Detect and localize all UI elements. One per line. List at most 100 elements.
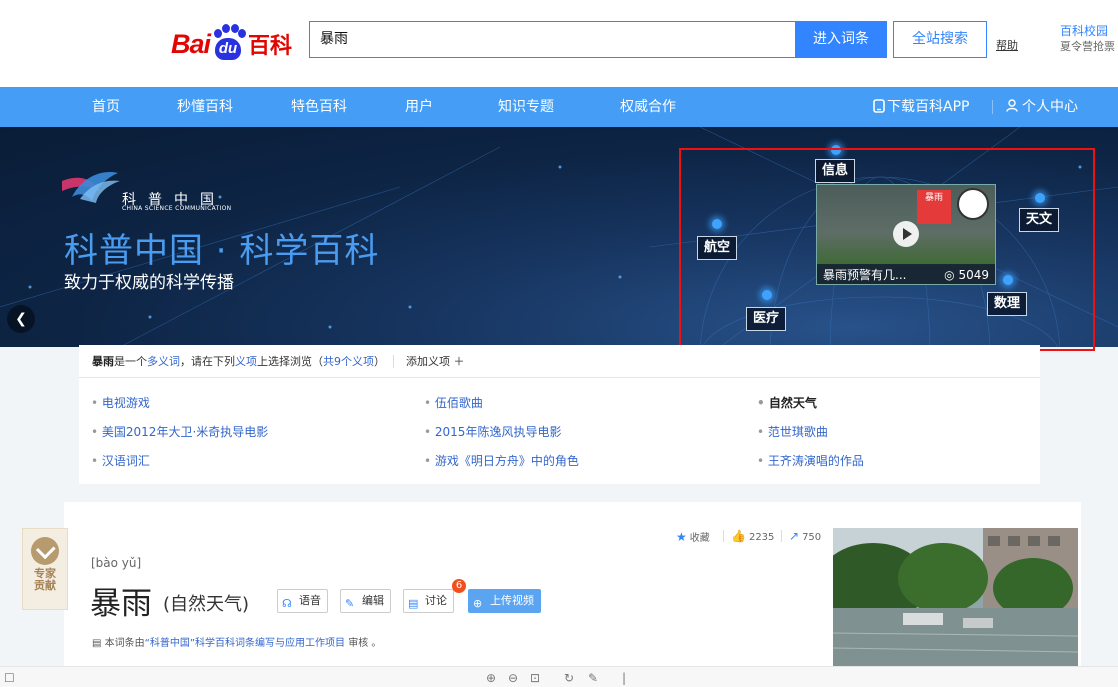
- sense-item[interactable]: 美国2012年大卫·米奇执导电影: [91, 423, 268, 440]
- global-search-button[interactable]: 全站搜索: [893, 21, 987, 58]
- featured-video-card[interactable]: 暴雨 暴雨预警有几... ◎ 5049: [816, 184, 996, 285]
- tag-information[interactable]: 信息: [815, 159, 856, 183]
- kepu-china-logo: [62, 172, 120, 203]
- tag-math-physics[interactable]: 数理: [987, 292, 1028, 316]
- personal-center-link[interactable]: 个人中心: [1006, 87, 1078, 127]
- kepu-logo-en: CHINA SCIENCE COMMUNICATION: [122, 205, 232, 212]
- help-link[interactable]: 帮助: [996, 37, 1018, 53]
- polysemy-text-c: 上选择浏览（: [257, 355, 323, 368]
- polysemy-text-a: 是一个: [114, 355, 147, 368]
- nav-item-topics[interactable]: 知识专题: [498, 87, 554, 127]
- draw-icon[interactable]: ✎: [588, 671, 598, 685]
- video-title: 暴雨预警有几...: [823, 268, 907, 282]
- sense-item-current: 自然天气: [757, 394, 817, 411]
- enter-entry-button[interactable]: 进入词条: [795, 21, 887, 58]
- tag-astronomy[interactable]: 天文: [1019, 208, 1060, 232]
- baidu-baike-logo[interactable]: Bai du 百科: [171, 16, 292, 60]
- polysemy-header: 暴雨是一个多义词，请在下列义项上选择浏览（共9个义项） 添加义项 ＋: [79, 345, 1040, 378]
- checkbox-icon[interactable]: ☐: [4, 671, 15, 685]
- campus-promo-link[interactable]: 百科校园 夏令营抢票: [1060, 23, 1115, 55]
- star-icon: ★: [676, 530, 687, 544]
- user-icon: [1006, 99, 1018, 112]
- entry-title: 暴雨: [90, 586, 152, 622]
- sense-item[interactable]: 汉语词汇: [91, 452, 150, 469]
- add-sense-button[interactable]: 添加义项 ＋: [393, 355, 465, 368]
- discuss-label: 讨论: [425, 594, 447, 607]
- polysemy-text-b: ，请在下列: [180, 355, 235, 368]
- nav-item-users[interactable]: 用户: [405, 87, 433, 127]
- like-count: 2235: [748, 532, 775, 543]
- share-count: 750: [802, 532, 822, 543]
- video-caption: 暴雨预警有几... ◎ 5049: [817, 264, 995, 284]
- sense-count-link[interactable]: 共9个义项: [323, 355, 374, 368]
- thumbs-up-icon: 👍: [731, 529, 746, 543]
- voice-label: 语音: [299, 594, 321, 607]
- action-divider: [781, 530, 782, 542]
- header: Bai du 百科 暴雨 进入词条 全站搜索 帮助 百科校园 夏令营抢票: [0, 0, 1118, 87]
- rotate-icon[interactable]: ↻: [564, 671, 574, 685]
- search-input[interactable]: 暴雨: [309, 21, 795, 58]
- share-button[interactable]: ↗ 750: [789, 529, 821, 543]
- review-suffix: 审核 。: [345, 638, 382, 649]
- share-icon: ↗: [789, 529, 800, 543]
- chat-icon: ▤: [408, 597, 419, 610]
- zoom-in-icon[interactable]: ⊕: [486, 671, 496, 685]
- sense-item[interactable]: 2015年陈逸风执导电影: [424, 423, 562, 440]
- bottom-toolbar: ☐ ⊕ ⊖ ⊡ ↻ ✎ |: [0, 666, 1118, 687]
- nav-item-home[interactable]: 首页: [92, 87, 120, 127]
- sense-item[interactable]: 范世琪歌曲: [757, 423, 828, 440]
- promo-title: 百科校园: [1060, 24, 1109, 38]
- document-icon: ▤: [92, 638, 105, 649]
- phone-icon: [873, 99, 885, 113]
- download-app-link[interactable]: 下载百科APP: [873, 87, 969, 127]
- sense-item[interactable]: 王齐涛演唱的作品: [757, 452, 864, 469]
- eye-icon: ◎: [944, 268, 955, 282]
- fit-page-icon[interactable]: ⊡: [530, 671, 540, 685]
- like-button[interactable]: 👍 2235: [731, 529, 774, 543]
- plus-circle-icon: ⊕: [473, 597, 483, 610]
- upload-video-label: 上传视频: [490, 594, 534, 607]
- nav-item-authority[interactable]: 权威合作: [620, 87, 676, 127]
- entry-photo[interactable]: [833, 528, 1078, 666]
- headphones-icon: ☊: [282, 597, 292, 610]
- sense-link[interactable]: 义项: [235, 355, 257, 368]
- voice-button[interactable]: ☊ 语音: [277, 589, 328, 613]
- paw-icon: du: [211, 24, 247, 60]
- download-app-label: 下载百科APP: [887, 99, 970, 115]
- banner-prev-arrow[interactable]: ❮: [7, 305, 35, 333]
- review-prefix: 本词条由: [104, 638, 145, 649]
- node-dot: [1035, 193, 1045, 203]
- banner-title: 科普中国 · 科学百科: [64, 231, 380, 271]
- node-dot: [831, 145, 841, 155]
- polysemy-link[interactable]: 多义词: [147, 355, 180, 368]
- main-nav: 首页 秒懂百科 特色百科 用户 知识专题 权威合作 下载百科APP 个人中心: [0, 87, 1118, 127]
- edit-button[interactable]: ✎ 编辑: [340, 589, 391, 613]
- pinyin: [bào yǔ]: [91, 556, 142, 570]
- discuss-button[interactable]: ▤ 讨论: [403, 589, 454, 613]
- clock-icon: [957, 188, 989, 220]
- zoom-out-icon[interactable]: ⊖: [508, 671, 518, 685]
- upload-video-button[interactable]: ⊕ 上传视频: [468, 589, 541, 613]
- nav-item-miaodong[interactable]: 秒懂百科: [177, 87, 233, 127]
- sense-item[interactable]: 伍佰歌曲: [424, 394, 483, 411]
- tag-aviation[interactable]: 航空: [697, 236, 738, 260]
- logo-bai-text: Bai: [171, 29, 211, 59]
- expert-contribution-button[interactable]: 专家 贡献: [22, 528, 68, 610]
- nav-item-featured[interactable]: 特色百科: [291, 87, 347, 127]
- sense-item[interactable]: 游戏《明日方舟》中的角色: [424, 452, 579, 469]
- personal-center-label: 个人中心: [1022, 99, 1078, 115]
- play-icon[interactable]: [893, 221, 919, 247]
- tag-medical[interactable]: 医疗: [746, 307, 787, 331]
- cursor-icon[interactable]: |: [622, 671, 626, 685]
- node-dot: [1003, 275, 1013, 285]
- review-note: ▤ 本词条由“科普中国”科学百科词条编写与应用工作项目 审核 。: [92, 634, 381, 649]
- edit-label: 编辑: [362, 594, 384, 607]
- rainstorm-warning-badge: 暴雨: [917, 190, 951, 224]
- nav-divider: [992, 100, 993, 114]
- collect-button[interactable]: ★ 收藏: [676, 529, 710, 544]
- sense-item[interactable]: 电视游戏: [91, 394, 150, 411]
- review-project-link[interactable]: “科普中国”科学百科词条编写与应用工作项目: [145, 638, 345, 649]
- node-dot: [762, 290, 772, 300]
- promo-subtitle: 夏令营抢票: [1060, 40, 1115, 53]
- polysemy-text-d: ）: [374, 355, 385, 368]
